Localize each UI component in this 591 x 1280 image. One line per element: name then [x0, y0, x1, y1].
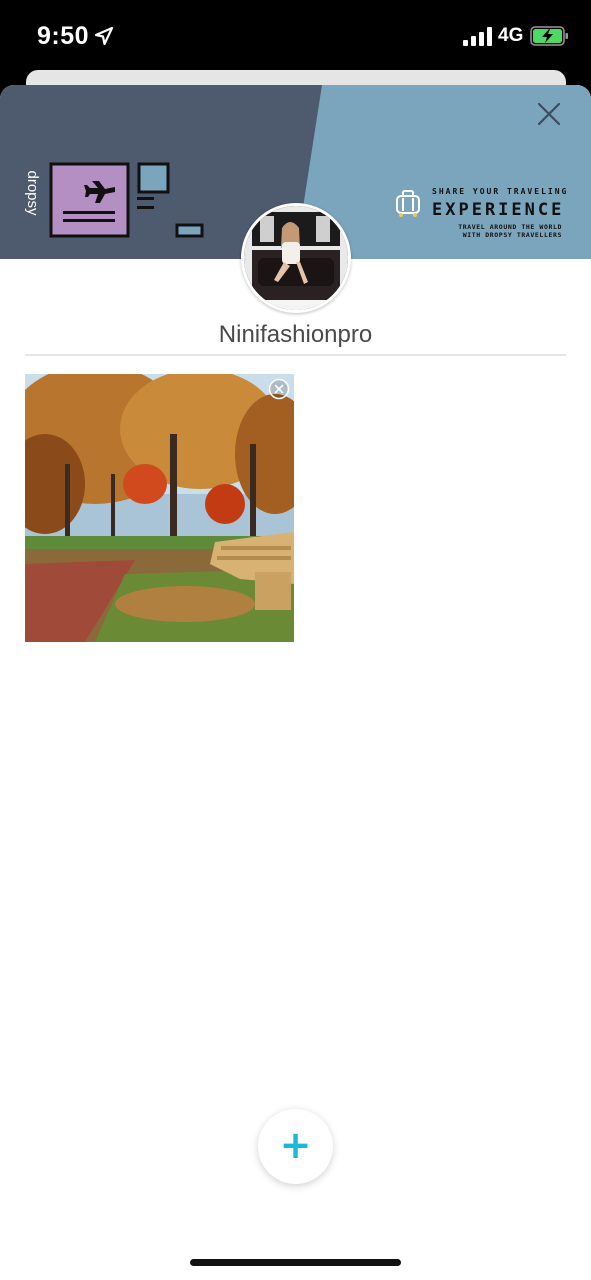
app-screen: 9:50 4G dropsy SHARE YOUR TRAVELING EXPE… [0, 0, 591, 1280]
avatar[interactable] [241, 203, 351, 313]
autumn-park-photo [25, 374, 294, 642]
home-indicator[interactable] [190, 1259, 401, 1266]
close-icon[interactable] [532, 97, 566, 131]
status-bar: 9:50 4G [0, 0, 591, 72]
battery-charging-icon [530, 26, 568, 46]
plus-icon: + [279, 1123, 312, 1167]
add-photo-button[interactable]: + [258, 1109, 333, 1184]
gallery-photo[interactable] [25, 374, 294, 642]
network-type: 4G [498, 25, 524, 46]
svg-text:dropsy: dropsy [24, 170, 41, 216]
status-time: 9:50 [37, 22, 90, 50]
banner-experience-text: EXPERIENCE [432, 200, 565, 220]
location-arrow-icon [94, 26, 114, 46]
close-circle-icon[interactable] [268, 378, 290, 400]
signal-bars-icon [463, 27, 492, 46]
profile-username: Ninifashionpro [218, 321, 373, 348]
banner-travel-line-1: TRAVEL AROUND THE WORLD [458, 223, 562, 231]
banner-share-text: SHARE YOUR TRAVELING [432, 187, 569, 196]
divider [25, 354, 566, 356]
avatar-image [244, 206, 348, 310]
profile-modal: dropsy SHARE YOUR TRAVELING EXPERIENCE T… [0, 85, 591, 1280]
dropsy-logo: dropsy [24, 170, 41, 216]
banner-travel-line-2: WITH DROPSY TRAVELLERS [462, 231, 562, 239]
